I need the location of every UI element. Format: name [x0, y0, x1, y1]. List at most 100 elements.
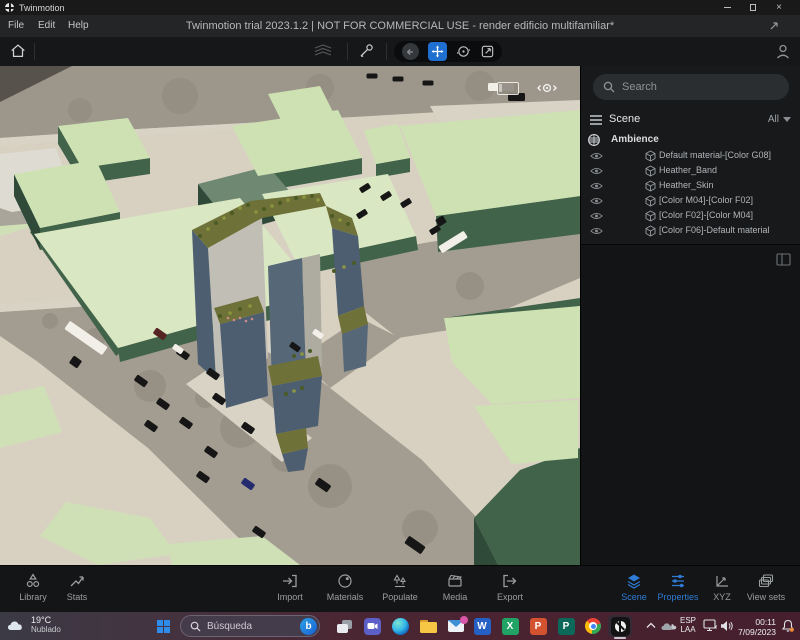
- populate-icon: [391, 572, 409, 590]
- clock-time: 00:11: [736, 617, 776, 627]
- stats-icon: [68, 572, 86, 590]
- dock-label: Populate: [372, 592, 428, 602]
- close-button[interactable]: ×: [766, 0, 792, 15]
- material-cube-icon: [645, 165, 656, 177]
- layers-flat-icon[interactable]: [313, 43, 333, 59]
- scene-layers-icon: [625, 572, 643, 590]
- maximize-button[interactable]: [740, 0, 766, 15]
- visibility-eye-icon[interactable]: [590, 151, 603, 161]
- powerpoint-button[interactable]: P: [526, 615, 550, 637]
- chrome-button[interactable]: [581, 615, 605, 637]
- hamburger-icon[interactable]: [589, 114, 603, 126]
- dock-label: Stats: [49, 592, 105, 602]
- dock-export[interactable]: Export: [482, 572, 538, 602]
- notification-bell-icon[interactable]: [781, 619, 795, 633]
- language-top: ESP: [680, 616, 696, 625]
- bing-icon[interactable]: b: [300, 618, 317, 635]
- publisher-button[interactable]: P: [554, 615, 578, 637]
- onedrive-tray-icon[interactable]: [660, 620, 678, 632]
- user-account-icon[interactable]: [775, 43, 791, 60]
- chat-icon: [364, 618, 381, 635]
- visibility-eye-icon[interactable]: [590, 181, 603, 191]
- scene-filter-dropdown[interactable]: All: [768, 114, 791, 125]
- tree-item-material[interactable]: [Color F06]-Default material: [581, 223, 800, 238]
- fullscreen-toggle-icon[interactable]: [768, 20, 780, 32]
- view-sets-icon: [757, 572, 775, 590]
- search-icon: [603, 81, 615, 93]
- viewport-eye-nav-icon[interactable]: [536, 81, 558, 95]
- home-button[interactable]: [9, 42, 27, 60]
- material-cube-icon: [645, 225, 656, 237]
- visibility-eye-icon[interactable]: [590, 211, 603, 221]
- viewport-3d[interactable]: [0, 66, 580, 565]
- folder-icon: [420, 620, 437, 633]
- fullscreen-viewport-button[interactable]: [480, 44, 495, 59]
- scene-panel-title: Scene: [609, 113, 640, 125]
- minimize-button[interactable]: [714, 0, 740, 15]
- task-view-icon: [337, 620, 352, 633]
- media-icon: [446, 572, 464, 590]
- visibility-eye-icon[interactable]: [590, 226, 603, 236]
- viewport-thumbnail-icon[interactable]: [497, 82, 519, 95]
- scene-header: Scene All: [581, 110, 800, 130]
- twinmotion-logo-icon: [5, 3, 14, 12]
- chevron-down-icon: [783, 117, 791, 122]
- import-icon: [281, 572, 299, 590]
- edge-icon: [392, 618, 409, 635]
- taskbar-search-input[interactable]: [207, 621, 294, 632]
- dock-materials[interactable]: Materials: [317, 572, 373, 602]
- properties-empty-panel: [581, 244, 800, 565]
- tree-item-label: [Color M04]-[Color F02]: [659, 195, 753, 205]
- mail-button[interactable]: [444, 615, 468, 637]
- task-view-button[interactable]: [332, 615, 356, 637]
- dock-populate[interactable]: Populate: [372, 572, 428, 602]
- mail-badge: [460, 616, 468, 624]
- volume-tray-icon[interactable]: [720, 620, 734, 632]
- dock-media[interactable]: Media: [427, 572, 483, 602]
- path-tracer-icon[interactable]: [357, 42, 375, 60]
- tree-item-label: [Color F06]-Default material: [659, 225, 770, 235]
- dock-view-sets[interactable]: View sets: [738, 572, 794, 602]
- taskbar-clock[interactable]: 00:11 7/09/2023: [736, 617, 776, 637]
- word-button[interactable]: W: [470, 615, 494, 637]
- orbit-tool-button[interactable]: [456, 44, 471, 59]
- export-icon: [501, 572, 519, 590]
- tree-item-material[interactable]: Heather_Skin: [581, 178, 800, 193]
- edge-button[interactable]: [388, 615, 412, 637]
- dock-import[interactable]: Import: [262, 572, 318, 602]
- tree-item-ambience[interactable]: Ambience: [581, 132, 800, 148]
- split-panel-icon[interactable]: [776, 253, 791, 266]
- visibility-eye-icon[interactable]: [590, 166, 603, 176]
- tree-item-label: Heather_Band: [659, 165, 717, 175]
- twinmotion-taskbar-button[interactable]: [608, 615, 632, 637]
- twinmotion-icon: [611, 617, 630, 636]
- windows-logo-icon: [157, 620, 170, 633]
- screen: { "window": { "app_title": "Twinmotion",…: [0, 0, 800, 640]
- excel-button[interactable]: X: [498, 615, 522, 637]
- tree-item-material[interactable]: Heather_Band: [581, 163, 800, 178]
- ambience-label: Ambience: [611, 134, 659, 145]
- dock-stats[interactable]: Stats: [49, 572, 105, 602]
- network-tray-icon[interactable]: [703, 619, 718, 632]
- visibility-eye-icon[interactable]: [590, 196, 603, 206]
- tree-item-material[interactable]: [Color F02]-[Color M04]: [581, 208, 800, 223]
- tree-item-material[interactable]: Default material-[Color G08]: [581, 148, 800, 163]
- window-title: Twinmotion: [19, 3, 65, 13]
- tray-expand-caret[interactable]: [646, 622, 656, 629]
- xyz-axis-icon: [713, 572, 731, 590]
- scene-search[interactable]: [593, 74, 789, 100]
- move-tool-button[interactable]: [428, 42, 447, 61]
- teams-chat-button[interactable]: [360, 615, 384, 637]
- file-explorer-button[interactable]: [416, 615, 440, 637]
- back-button[interactable]: [402, 43, 419, 60]
- document-title: Twinmotion trial 2023.1.2 | NOT FOR COMM…: [0, 20, 800, 32]
- tree-item-material[interactable]: [Color M04]-[Color F02]: [581, 193, 800, 208]
- weather-condition: Nublado: [31, 626, 61, 635]
- weather-widget[interactable]: 19°C Nublado: [7, 616, 61, 635]
- start-button[interactable]: [152, 615, 174, 637]
- language-indicator[interactable]: ESP LAA: [680, 616, 696, 634]
- taskbar-search[interactable]: b: [180, 615, 320, 637]
- windows-taskbar: 19°C Nublado b W X P P ESP LAA: [0, 612, 800, 640]
- search-input[interactable]: [622, 81, 779, 93]
- dock-label: Import: [262, 592, 318, 602]
